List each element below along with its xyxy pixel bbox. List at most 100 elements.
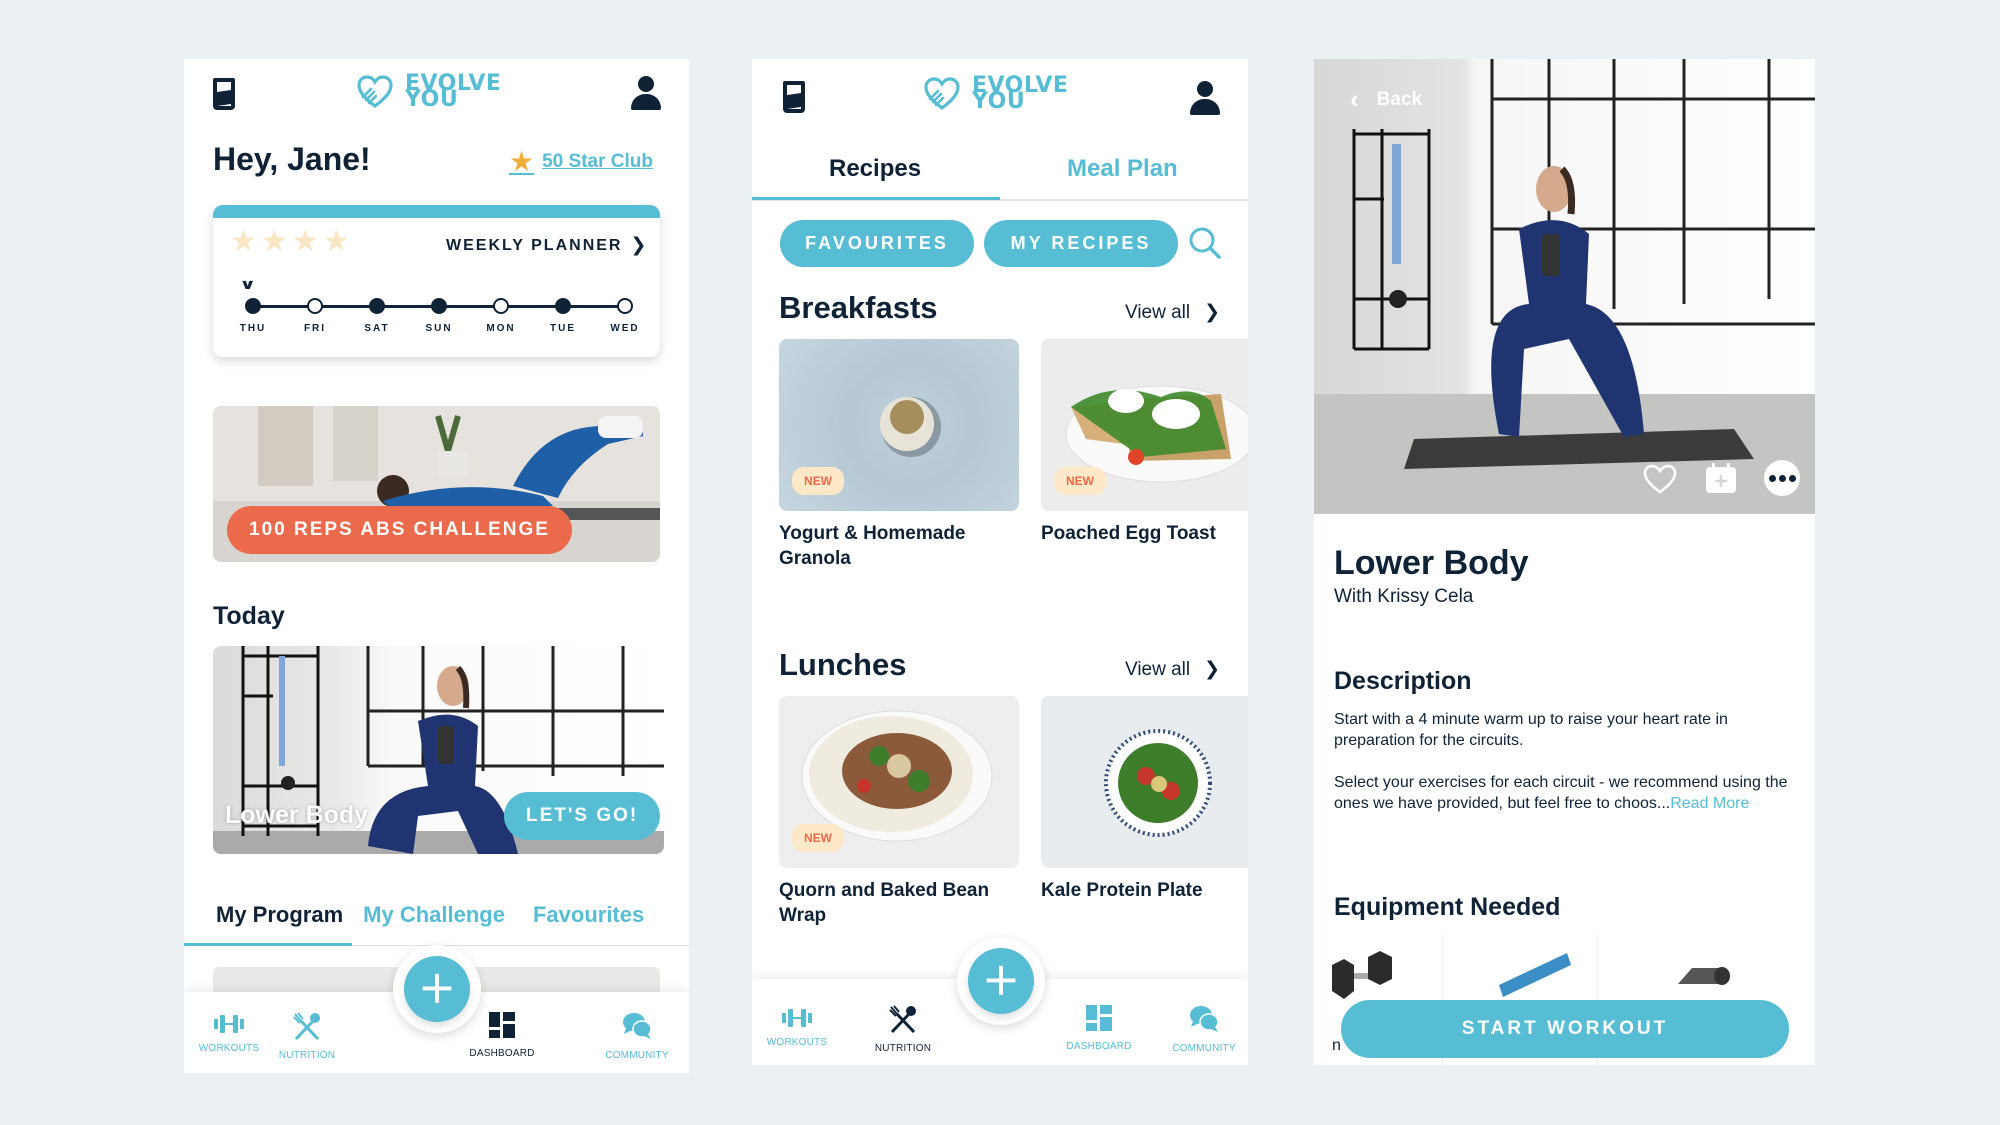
water-glass-icon[interactable] [213,78,235,110]
kale-plate-image [1104,729,1212,837]
nav-label: WORKOUTS [766,1037,828,1048]
nav-nutrition[interactable]: NUTRITION [252,1012,362,1061]
star-club-link[interactable]: ★ 50 Star Club [509,148,653,176]
nav-label: WORKOUTS [198,1043,260,1054]
nav-workouts[interactable]: WORKOUTS [752,1009,842,1048]
description-heading: Description [1334,667,1472,695]
nav-dashboard[interactable]: DASHBOARD [447,1012,557,1059]
nav-label: DASHBOARD [1066,1041,1132,1052]
nav-community[interactable]: COMMUNITY [582,1012,689,1061]
day-dot-fri[interactable] [307,298,323,314]
tab-meal-plan[interactable]: Meal Plan [1067,155,1178,183]
profile-icon[interactable] [631,76,661,110]
tab-my-challenge[interactable]: My Challenge [363,902,505,928]
today-heading: Today [213,602,285,630]
recipe-card-image[interactable] [1041,696,1248,868]
recipe-title[interactable]: Kale Protein Plate [1041,878,1248,903]
chevron-left-icon: ‹ [1350,84,1359,114]
day-dot-thu[interactable] [245,298,261,314]
more-options-icon[interactable] [1764,460,1800,496]
new-badge: NEW [792,467,844,495]
day-dot-mon[interactable] [493,298,509,314]
today-workout-title: Lower Body [225,801,369,829]
description-paragraph-1: Start with a 4 minute warm up to raise y… [1334,711,1728,749]
new-badge: NEW [1054,467,1106,495]
fork-spoon-icon [293,1012,320,1040]
start-workout-button[interactable]: START WORKOUT [1341,1000,1789,1058]
nav-label: COMMUNITY [1172,1043,1236,1054]
new-badge: NEW [792,824,844,852]
recipe-title[interactable]: Poached Egg Toast [1041,521,1248,546]
breakfasts-view-all[interactable]: View all ❯ [1125,301,1220,324]
lunches-heading: Lunches [779,647,907,682]
yoga-mat-icon [1678,967,1730,985]
water-glass-icon[interactable] [783,81,805,113]
dashboard-icon [489,1012,515,1038]
nav-label: COMMUNITY [605,1050,669,1061]
evolve-logo: EVOLVE YOU [357,73,501,111]
back-button[interactable]: ‹ Back [1350,84,1422,115]
today-workout-card[interactable]: Lower Body LET'S GO! [213,646,664,854]
chat-icon [623,1013,652,1039]
lets-go-button[interactable]: LET'S GO! [504,792,661,840]
my-recipes-chip[interactable]: MY RECIPES [984,220,1178,267]
bottom-nav: WORKOUTS NUTRITION + DASHBOARD COMMUNITY [184,945,689,1073]
dumbbell-icon [214,1015,244,1033]
day-dot-sun[interactable] [431,298,447,314]
tab-my-program[interactable]: My Program [216,902,343,928]
day-dot-wed[interactable] [617,298,633,314]
weekly-planner-card[interactable]: ★ ★ ★ ★ WEEKLY PLANNER ❯ ∨ THU FRI SAT SUN MON T… [213,205,660,357]
star-club-label: 50 Star Club [542,151,653,172]
dashboard-screen: EVOLVE YOU Hey, Jane! ★ 50 Star Club ★ ★ ★ ★… [184,59,689,1073]
add-button[interactable]: + [968,948,1034,1014]
heart-logo-icon [924,77,960,111]
day-label: WED [610,323,640,334]
abs-challenge-banner[interactable]: 100 REPS ABS CHALLENGE [213,406,660,562]
day-label: SUN [425,323,453,334]
active-tab-indicator [184,943,352,946]
program-tabs: My Program My Challenge Favourites [216,902,644,928]
nav-label: NUTRITION [278,1050,336,1061]
lunches-view-all[interactable]: View all ❯ [1125,658,1220,681]
week-days: THU FRI SAT SUN MON TUE WED [213,205,660,357]
recipe-card-image[interactable]: NEW [779,696,1019,868]
resistance-band-icon [1499,953,1571,997]
add-to-calendar-icon[interactable] [1706,463,1736,493]
fork-spoon-icon [889,1005,916,1033]
breakfasts-heading: Breakfasts [779,290,938,325]
favourites-chip[interactable]: FAVOURITES [780,220,974,267]
tab-recipes[interactable]: Recipes [829,155,921,183]
equipment-heading: Equipment Needed [1334,893,1561,921]
recipe-title[interactable]: Quorn and Baked Bean Wrap [779,878,1019,928]
heart-favourite-icon[interactable] [1643,464,1677,494]
chat-icon [1190,1006,1219,1032]
workout-title: Lower Body [1334,544,1529,582]
nav-label: NUTRITION [874,1043,932,1054]
evolve-logo: EVOLVE YOU [924,75,1068,113]
tab-favourites[interactable]: Favourites [533,902,644,928]
nav-label: DASHBOARD [469,1048,535,1059]
day-label: MON [486,323,516,334]
search-icon[interactable] [1188,226,1222,260]
nav-community[interactable]: COMMUNITY [1149,1005,1248,1054]
day-label: TUE [550,323,576,334]
nav-dashboard[interactable]: DASHBOARD [1044,1005,1154,1052]
day-dot-tue[interactable] [555,298,571,314]
profile-icon[interactable] [1190,81,1220,115]
read-more-link[interactable]: Read More [1670,795,1749,812]
day-label: FRI [303,323,327,334]
view-all-label: View all [1125,301,1191,323]
nav-nutrition[interactable]: NUTRITION [848,1005,958,1054]
day-dot-sat[interactable] [369,298,385,314]
view-all-label: View all [1125,658,1191,680]
challenge-label: 100 REPS ABS CHALLENGE [227,506,572,554]
dumbbell-icon [782,1009,812,1027]
back-label: Back [1376,88,1423,110]
recipe-card-image[interactable]: NEW [1041,339,1248,511]
recipe-card-image[interactable]: NEW [779,339,1019,511]
description-paragraph-2: Select your exercises for each circuit -… [1334,772,1794,814]
recipe-title[interactable]: Yogurt & Homemade Granola [779,521,1019,571]
nutrition-screen: EVOLVE YOU Recipes Meal Plan FAVOURITES M… [752,59,1248,1065]
heart-logo-icon [357,75,393,109]
workout-hero-image: ‹ Back [1314,59,1815,514]
